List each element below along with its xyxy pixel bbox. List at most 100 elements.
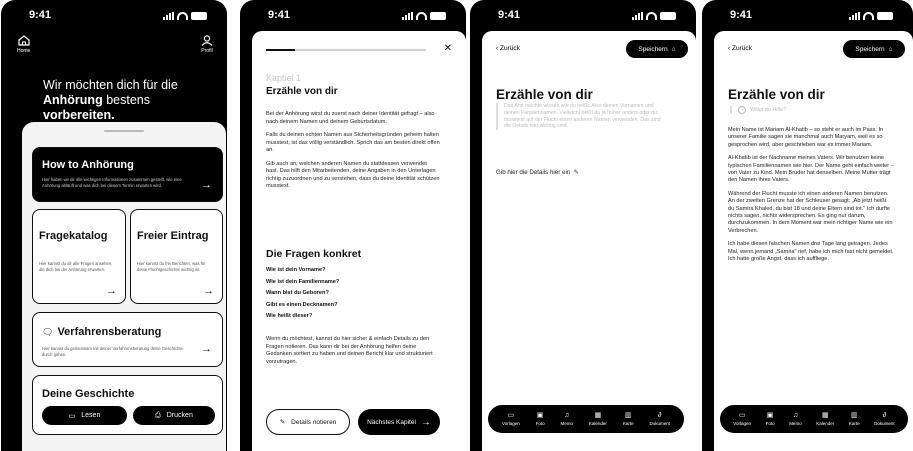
freier-eintrag-card[interactable]: Freier Eintrag Hier kannst du frei Beric… xyxy=(130,209,223,304)
wifi-icon xyxy=(416,12,427,20)
chapter-title: Erzähle von dir xyxy=(266,86,338,97)
signal-icon xyxy=(402,12,413,20)
arrow-right-icon: → xyxy=(201,343,212,355)
photo-icon: ▣ xyxy=(536,412,544,419)
lesen-button[interactable]: ▭ Lesen xyxy=(42,406,127,425)
entry-text[interactable]: Mein Name ist Mariam Al-Khatib – so steh… xyxy=(728,127,894,270)
paperclip-icon: ∂ xyxy=(657,412,662,419)
entry-empty-screen: 9:41 ‹ Zurück Speichern ⌂ Erzähle von di… xyxy=(470,0,696,451)
tool-kalender[interactable]: ▦ Kalender xyxy=(816,412,834,426)
question-item: Wie ist dein Familienname? xyxy=(266,278,340,285)
deine-geschichte-card: Deine Geschichte ▭ Lesen ⎙ Drucken xyxy=(32,375,223,435)
home-screen: 9:41 Home Profil Wir möchten dich für di… xyxy=(1,0,227,451)
entry-page: ‹ Zurück Speichern ⌂ Erzähle von dir Das… xyxy=(482,31,696,451)
microphone-icon: ♫ xyxy=(564,412,570,419)
tool-memo[interactable]: ♫ Memo xyxy=(789,412,802,426)
profile-label: Profil xyxy=(201,48,213,54)
entry-filled-screen: 9:41 ‹ Zurück Speichern ⌂ Erzähle von di… xyxy=(702,0,913,451)
pencil-icon: ✎ xyxy=(572,169,579,176)
tool-memo[interactable]: ♫ Memo xyxy=(561,412,574,426)
pencil-icon: ✎ xyxy=(279,419,286,426)
chapter-screen: 9:41 ✕ Kaptiel 1 Erzähle von dir Bei der… xyxy=(240,0,466,451)
how-to-card[interactable]: How to Anhörung Hier haben wir dir alle … xyxy=(32,147,223,202)
question-item: Wie heißt dieser? xyxy=(266,313,313,319)
chapter-text: Bei der Anhörung wirst du zuerst nach de… xyxy=(266,111,440,189)
lock-icon: ⌂ xyxy=(671,45,676,53)
wifi-icon xyxy=(177,12,188,20)
verfahrensberatung-card[interactable]: 🗨 Verfahrensberatung Hier kannst du geme… xyxy=(32,312,223,367)
home-icon xyxy=(18,35,30,46)
calendar-icon: ▦ xyxy=(821,412,829,419)
user-icon xyxy=(201,35,213,46)
next-chapter-button[interactable]: Nächstes Kapitel → xyxy=(358,409,440,435)
close-icon[interactable]: ✕ xyxy=(444,43,452,54)
battery-icon xyxy=(430,12,446,20)
sheet-handle[interactable] xyxy=(104,130,144,132)
hint-text: Das Amt möchte wissen wie du heißt. Also… xyxy=(496,103,666,131)
status-time: 9:41 xyxy=(268,9,291,21)
wifi-icon xyxy=(646,12,657,20)
signal-icon xyxy=(163,12,174,20)
entry-page: ‹ Zurück Speichern ⌂ Erzähle von dir i W… xyxy=(714,31,913,451)
battery-icon xyxy=(191,12,207,20)
status-bar: 9:41 xyxy=(702,9,913,23)
home-nav-button[interactable]: Home xyxy=(17,35,30,54)
card-description: Hier haben wir dir alle wichtigen Inform… xyxy=(42,177,182,188)
status-time: 9:41 xyxy=(730,9,753,21)
attachment-toolbar: ▭ Vorlagen ▣ Foto ♫ Memo ▦ Kalender ▥ Karte ∂… xyxy=(720,405,908,433)
battery-icon xyxy=(660,12,676,20)
chevron-left-icon: ‹ xyxy=(496,45,499,52)
tool-foto[interactable]: ▣ Foto xyxy=(536,412,545,426)
tool-vorlagen[interactable]: ▭ Vorlagen xyxy=(502,412,520,426)
tool-vorlagen[interactable]: ▭ Vorlagen xyxy=(733,412,751,426)
welcome-headline: Wir möchten dich für die Anhörung besten… xyxy=(43,78,178,122)
people-icon: 🗨 xyxy=(42,326,54,337)
details-notieren-button[interactable]: ✎ Details notieren xyxy=(266,409,350,435)
chapter-footer-text: Wenn du möchtest, kannst du hier sicher … xyxy=(266,336,433,365)
tool-kalender[interactable]: ▦ Kalender xyxy=(589,412,607,426)
fragekatalog-card[interactable]: Fragekatalog Hier kannst du dir alle Fra… xyxy=(32,209,126,304)
signal-icon xyxy=(632,12,643,20)
status-bar: 9:41 xyxy=(240,9,466,23)
tool-karte[interactable]: ▥ Karte xyxy=(623,412,634,426)
questions-heading: Die Fragen konkret xyxy=(266,248,362,260)
info-icon: i xyxy=(738,106,746,114)
status-time: 9:41 xyxy=(29,9,52,21)
paperclip-icon: ∂ xyxy=(882,412,887,419)
arrow-right-icon: → xyxy=(203,285,214,297)
details-input[interactable]: Gib hier die Details hier ein ✎ xyxy=(496,169,579,176)
calendar-icon: ▦ xyxy=(594,412,602,419)
wifi-icon xyxy=(863,12,874,20)
home-sheet: How to Anhörung Hier haben wir dir alle … xyxy=(22,122,226,451)
page-title: Erzähle von dir xyxy=(496,87,593,102)
profile-nav-button[interactable]: Profil xyxy=(201,35,213,54)
map-icon: ▥ xyxy=(624,412,632,419)
help-prompt[interactable]: i Willst du Hilfe? xyxy=(730,106,890,114)
save-button[interactable]: Speichern ⌂ xyxy=(843,40,905,58)
map-icon: ▥ xyxy=(850,412,858,419)
templates-icon: ▭ xyxy=(507,412,515,419)
progress-bar-fill xyxy=(266,49,295,51)
photo-icon: ▣ xyxy=(766,412,774,419)
tool-foto[interactable]: ▣ Foto xyxy=(766,412,775,426)
tool-dokument[interactable]: ∂ Dokument xyxy=(874,412,895,426)
card-title: How to Anhörung xyxy=(42,159,134,171)
templates-icon: ▭ xyxy=(738,412,746,419)
signal-icon xyxy=(849,12,860,20)
questions-list: Wie ist dein Vorname? Wie ist dein Famil… xyxy=(266,265,339,323)
page-title: Erzähle von dir xyxy=(728,87,825,102)
status-bar: 9:41 xyxy=(470,9,696,23)
home-label: Home xyxy=(17,48,31,54)
book-icon: ▭ xyxy=(68,412,76,420)
arrow-right-icon: → xyxy=(201,179,212,191)
tool-karte[interactable]: ▥ Karte xyxy=(849,412,860,426)
back-button[interactable]: ‹ Zurück xyxy=(496,45,520,52)
drucken-button[interactable]: ⎙ Drucken xyxy=(133,406,215,425)
question-item: Wie ist dein Vorname? xyxy=(266,267,326,273)
save-button[interactable]: Speichern ⌂ xyxy=(626,40,688,58)
tool-dokument[interactable]: ∂ Dokument xyxy=(649,412,670,426)
status-bar: 9:41 xyxy=(1,9,227,23)
chapter-label: Kaptiel 1 xyxy=(266,73,302,83)
back-button[interactable]: ‹ Zurück xyxy=(728,45,752,52)
arrow-right-icon: → xyxy=(106,285,117,297)
